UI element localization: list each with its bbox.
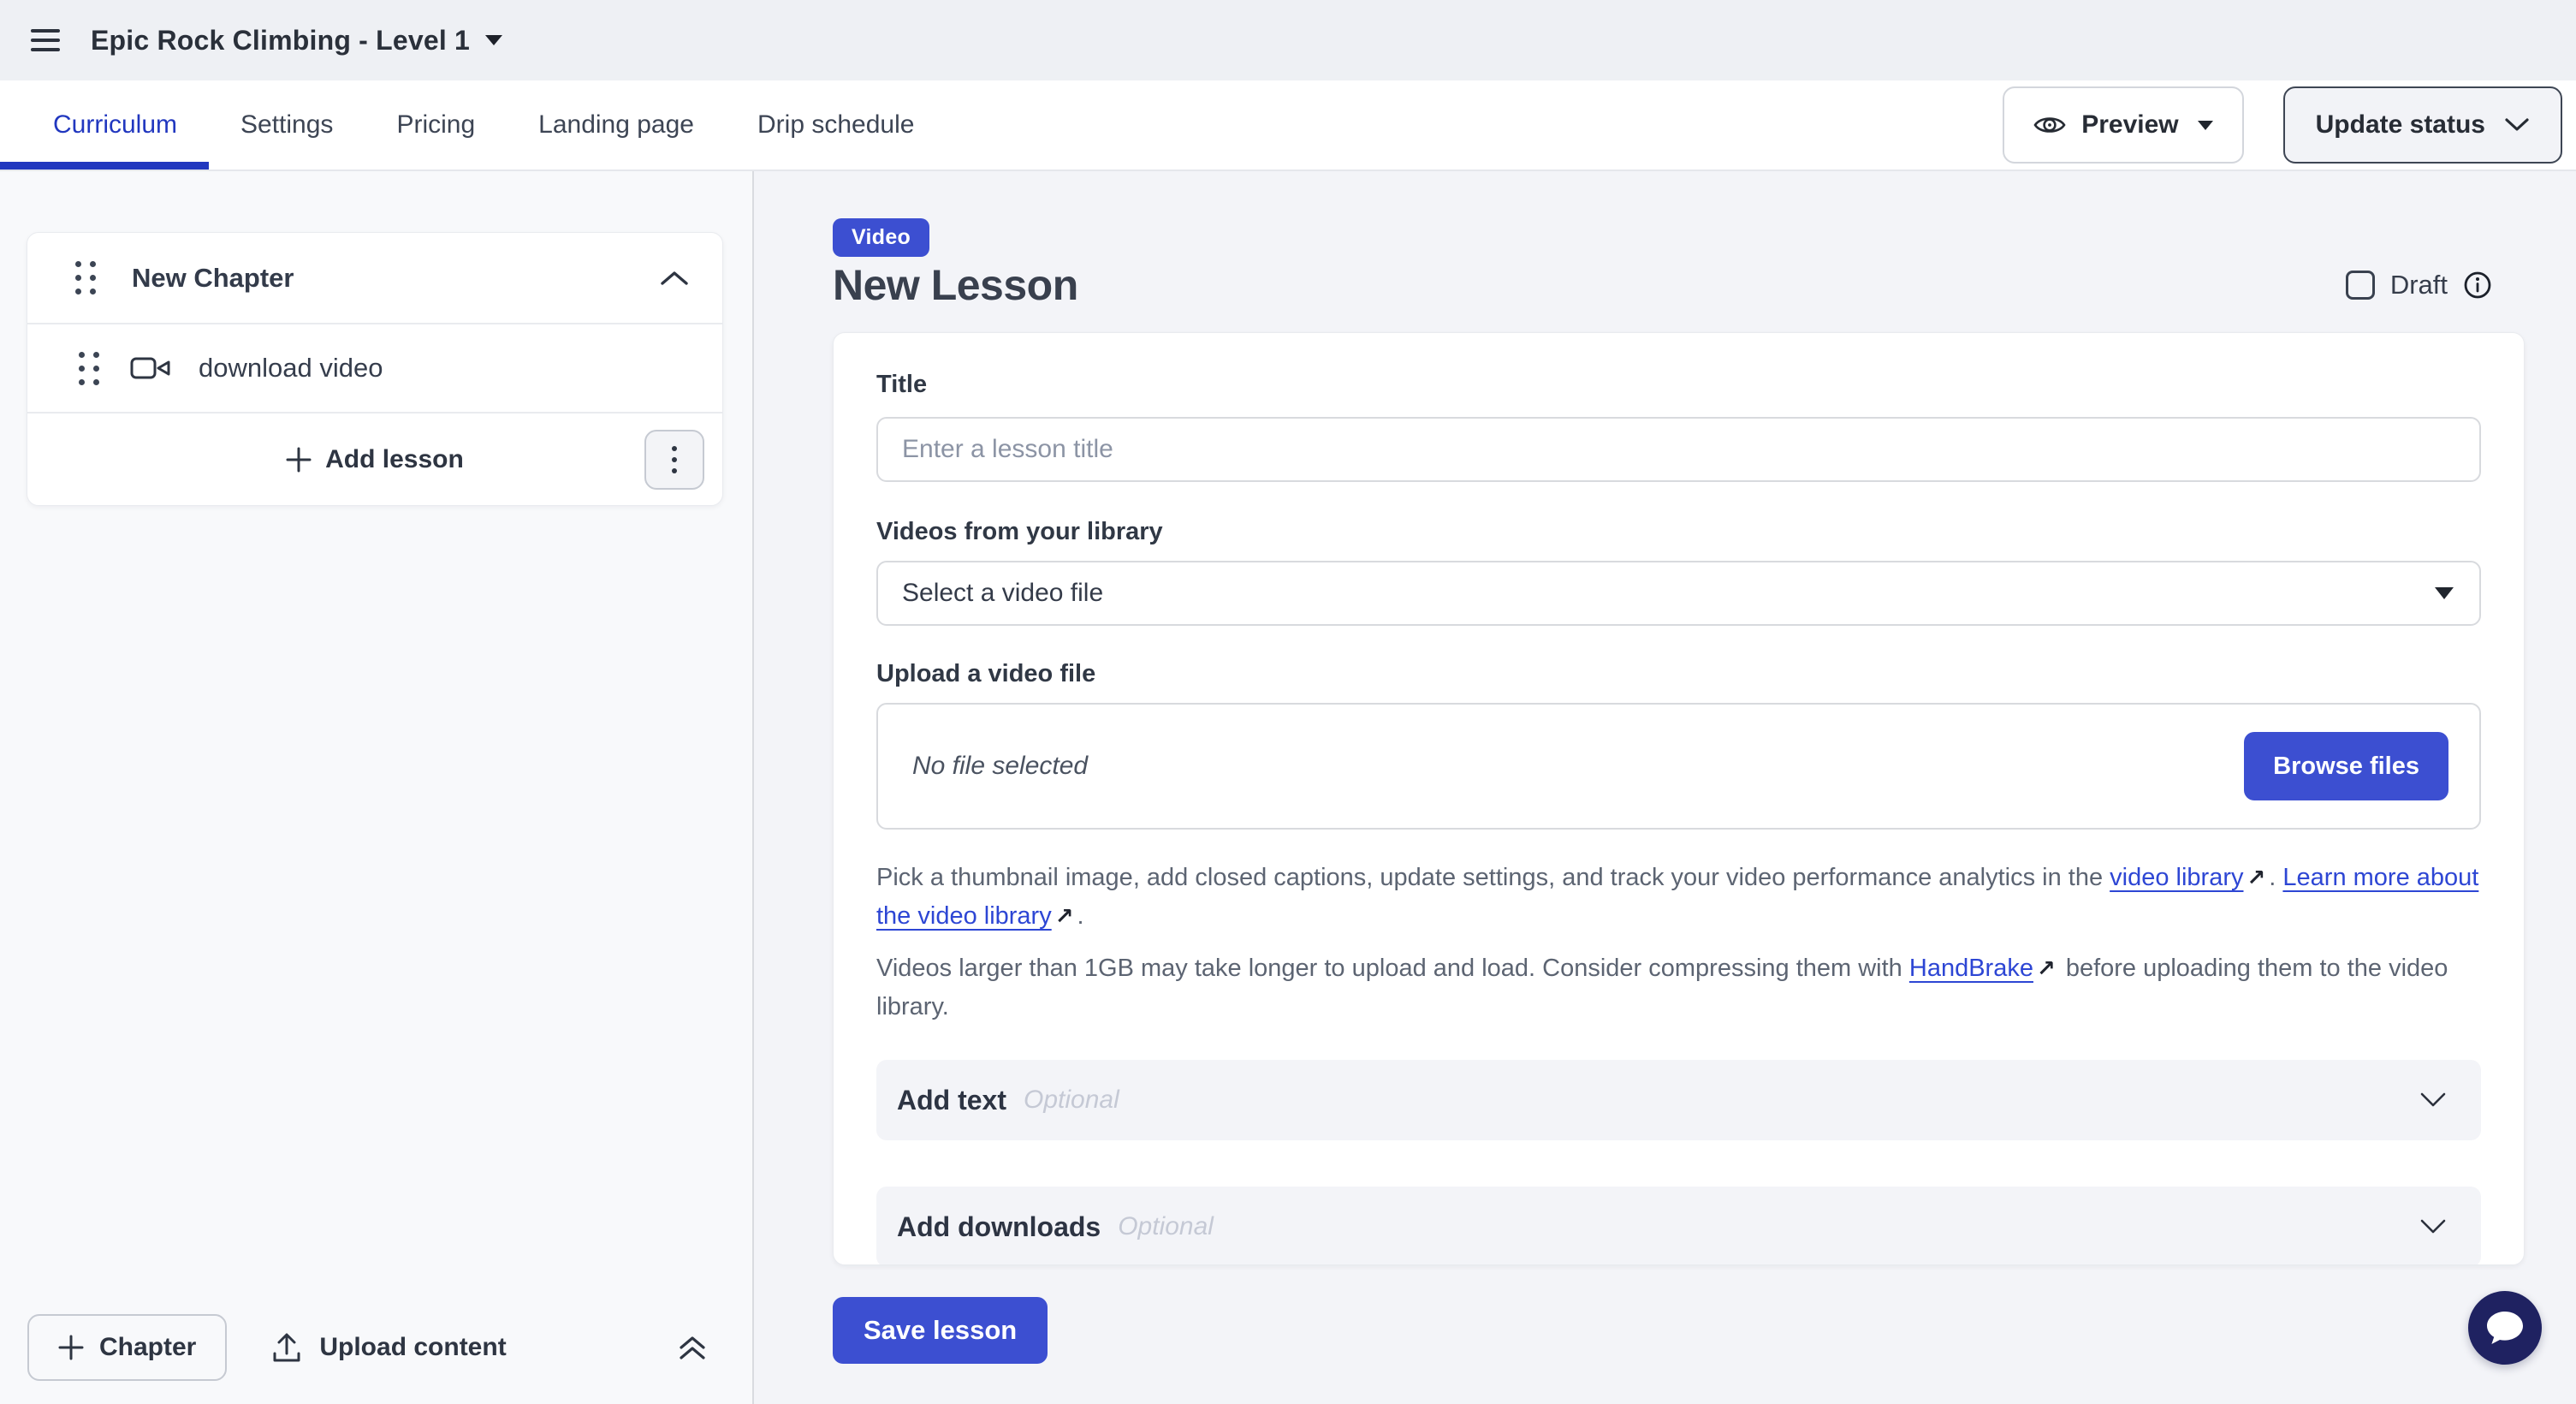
tab-curriculum[interactable]: Curriculum [0, 80, 209, 170]
draft-control: Draft [2346, 270, 2492, 300]
lesson-row[interactable]: download video [27, 324, 722, 413]
library-field-label: Videos from your library [876, 518, 2481, 547]
eye-icon [2033, 113, 2066, 137]
curriculum-sidebar: New Chapter download video [0, 171, 754, 1404]
upload-dropzone[interactable]: No file selected Browse files [876, 703, 2481, 830]
external-link-icon: ↗ [1055, 904, 1074, 930]
chapter-card: New Chapter download video [27, 232, 723, 506]
chapter-header: New Chapter [27, 233, 722, 324]
no-file-text: No file selected [912, 752, 1088, 781]
course-switcher[interactable]: Epic Rock Climbing - Level 1 [91, 25, 502, 57]
browse-files-button[interactable]: Browse files [2244, 732, 2448, 800]
help-text-segment: . [2269, 864, 2282, 891]
lesson-form-card: Title Videos from your library Select a … [833, 332, 2525, 1265]
tabbar: Curriculum Settings Pricing Landing page… [0, 80, 2576, 171]
plus-icon [286, 447, 312, 473]
tab-actions: Preview Update status [2003, 80, 2576, 170]
chat-widget-button[interactable] [2468, 1291, 2542, 1365]
help-text-segment: Videos larger than 1GB may take longer t… [876, 955, 1909, 982]
help-paragraph-2: Videos larger than 1GB may take longer t… [876, 949, 2481, 1026]
add-text-accordion[interactable]: Add text Optional [876, 1060, 2481, 1140]
course-builder-app: Epic Rock Climbing - Level 1 Curriculum … [0, 0, 2576, 1404]
preview-label: Preview [2081, 110, 2178, 140]
lesson-title-input[interactable] [876, 417, 2481, 482]
caret-down-icon [2198, 121, 2213, 130]
add-text-label: Add text [897, 1085, 1006, 1116]
add-lesson-label: Add lesson [325, 445, 464, 474]
sidebar-footer: Chapter Upload content [0, 1291, 752, 1404]
update-status-label: Update status [2316, 110, 2485, 140]
collapse-all-icon[interactable] [677, 1332, 708, 1363]
menu-icon[interactable] [31, 29, 60, 51]
chapter-footer: Add lesson [27, 413, 722, 505]
video-library-select[interactable]: Select a video file [876, 561, 2481, 626]
lesson-title: download video [199, 353, 383, 384]
video-library-link[interactable]: video library [2110, 864, 2243, 891]
help-paragraph-1: Pick a thumbnail image, add closed capti… [876, 859, 2481, 936]
tab-landing-page[interactable]: Landing page [507, 80, 726, 170]
upload-content-label: Upload content [319, 1333, 506, 1362]
title-field-label: Title [876, 371, 2481, 400]
handbrake-link[interactable]: HandBrake [1909, 955, 2033, 982]
speech-bubble-icon [2484, 1308, 2526, 1347]
optional-hint: Optional [1118, 1212, 1214, 1241]
add-lesson-button[interactable]: Add lesson [286, 445, 464, 474]
tabs: Curriculum Settings Pricing Landing page… [0, 80, 946, 170]
lesson-type-badge: Video [833, 218, 929, 257]
video-camera-icon [130, 354, 171, 383]
video-library-select-value: Select a video file [902, 579, 1103, 608]
body: New Chapter download video [0, 171, 2576, 1404]
add-chapter-label: Chapter [99, 1333, 196, 1362]
chevron-down-icon [2419, 1092, 2447, 1109]
draft-label: Draft [2390, 270, 2448, 300]
help-text-segment: Pick a thumbnail image, add closed capti… [876, 864, 2110, 891]
info-icon[interactable] [2463, 271, 2492, 300]
tab-settings[interactable]: Settings [209, 80, 365, 170]
plus-icon [58, 1335, 84, 1360]
drag-handle-icon[interactable] [75, 261, 96, 294]
chapter-title: New Chapter [132, 263, 294, 294]
draft-checkbox[interactable] [2346, 271, 2375, 300]
upload-icon [271, 1331, 302, 1364]
optional-hint: Optional [1024, 1086, 1119, 1115]
external-link-icon: ↗ [2247, 866, 2265, 891]
upload-content-button[interactable]: Upload content [271, 1331, 506, 1364]
chapter-menu-button[interactable] [644, 430, 704, 490]
preview-button[interactable]: Preview [2003, 86, 2243, 164]
chevron-down-icon [2504, 117, 2530, 133]
save-lesson-button[interactable]: Save lesson [833, 1297, 1048, 1364]
help-text: Pick a thumbnail image, add closed capti… [876, 859, 2481, 1026]
add-downloads-accordion[interactable]: Add downloads Optional [876, 1187, 2481, 1265]
add-chapter-button[interactable]: Chapter [27, 1314, 227, 1381]
lesson-editor: Video New Lesson Draft Title [754, 171, 2576, 1404]
tab-pricing[interactable]: Pricing [365, 80, 507, 170]
external-link-icon: ↗ [2037, 956, 2056, 982]
chevron-up-icon[interactable] [659, 269, 690, 288]
topbar: Epic Rock Climbing - Level 1 [0, 0, 2576, 80]
page-title: New Lesson [833, 260, 1078, 310]
caret-down-icon [2435, 587, 2454, 599]
course-title: Epic Rock Climbing - Level 1 [91, 25, 470, 57]
upload-field-label: Upload a video file [876, 660, 2481, 689]
add-downloads-label: Add downloads [897, 1211, 1101, 1243]
heading-row: New Lesson Draft [833, 260, 2525, 310]
help-text-segment: . [1077, 902, 1084, 930]
update-status-button[interactable]: Update status [2283, 86, 2562, 164]
drag-handle-icon[interactable] [79, 352, 99, 385]
tab-drip-schedule[interactable]: Drip schedule [726, 80, 946, 170]
chevron-down-icon [2419, 1218, 2447, 1235]
caret-down-icon [485, 35, 502, 45]
